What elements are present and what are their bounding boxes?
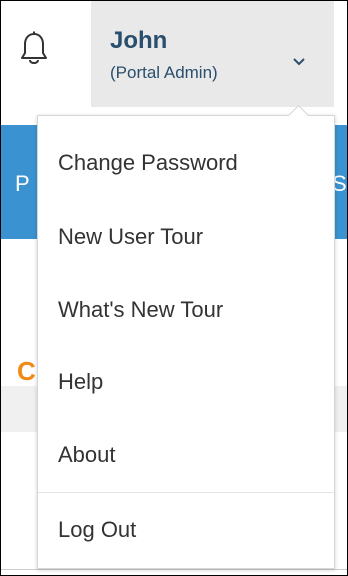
menu-item-label: About xyxy=(58,442,116,467)
section-heading: C xyxy=(17,356,36,386)
nav-bar-left-text: P xyxy=(15,171,30,196)
menu-item-help[interactable]: Help xyxy=(38,352,334,412)
menu-item-label: Change Password xyxy=(58,150,238,175)
menu-caret xyxy=(287,104,310,127)
menu-item-about[interactable]: About xyxy=(38,425,334,485)
menu-item-label: What's New Tour xyxy=(58,297,224,322)
notifications-area xyxy=(1,1,89,107)
menu-item-log-out[interactable]: Log Out xyxy=(38,500,334,560)
menu-item-change-password[interactable]: Change Password xyxy=(38,133,334,193)
menu-item-new-user-tour[interactable]: New User Tour xyxy=(38,207,334,267)
menu-item-label: Log Out xyxy=(58,517,137,542)
user-menu-toggle[interactable]: John (Portal Admin) xyxy=(91,1,334,107)
user-dropdown-menu: Change Password New User Tour What's New… xyxy=(37,104,335,569)
chevron-down-icon[interactable] xyxy=(292,57,306,67)
bell-icon[interactable] xyxy=(19,31,49,67)
user-name: John xyxy=(110,27,168,54)
user-role: (Portal Admin) xyxy=(110,63,218,82)
menu-item-whats-new-tour[interactable]: What's New Tour xyxy=(38,280,334,340)
menu-item-label: Help xyxy=(58,369,104,394)
app-frame: John (Portal Admin) P S C Change Passwor… xyxy=(0,0,348,576)
menu-item-label: New User Tour xyxy=(58,224,204,249)
page-divider xyxy=(1,569,347,570)
menu-divider xyxy=(38,492,334,493)
